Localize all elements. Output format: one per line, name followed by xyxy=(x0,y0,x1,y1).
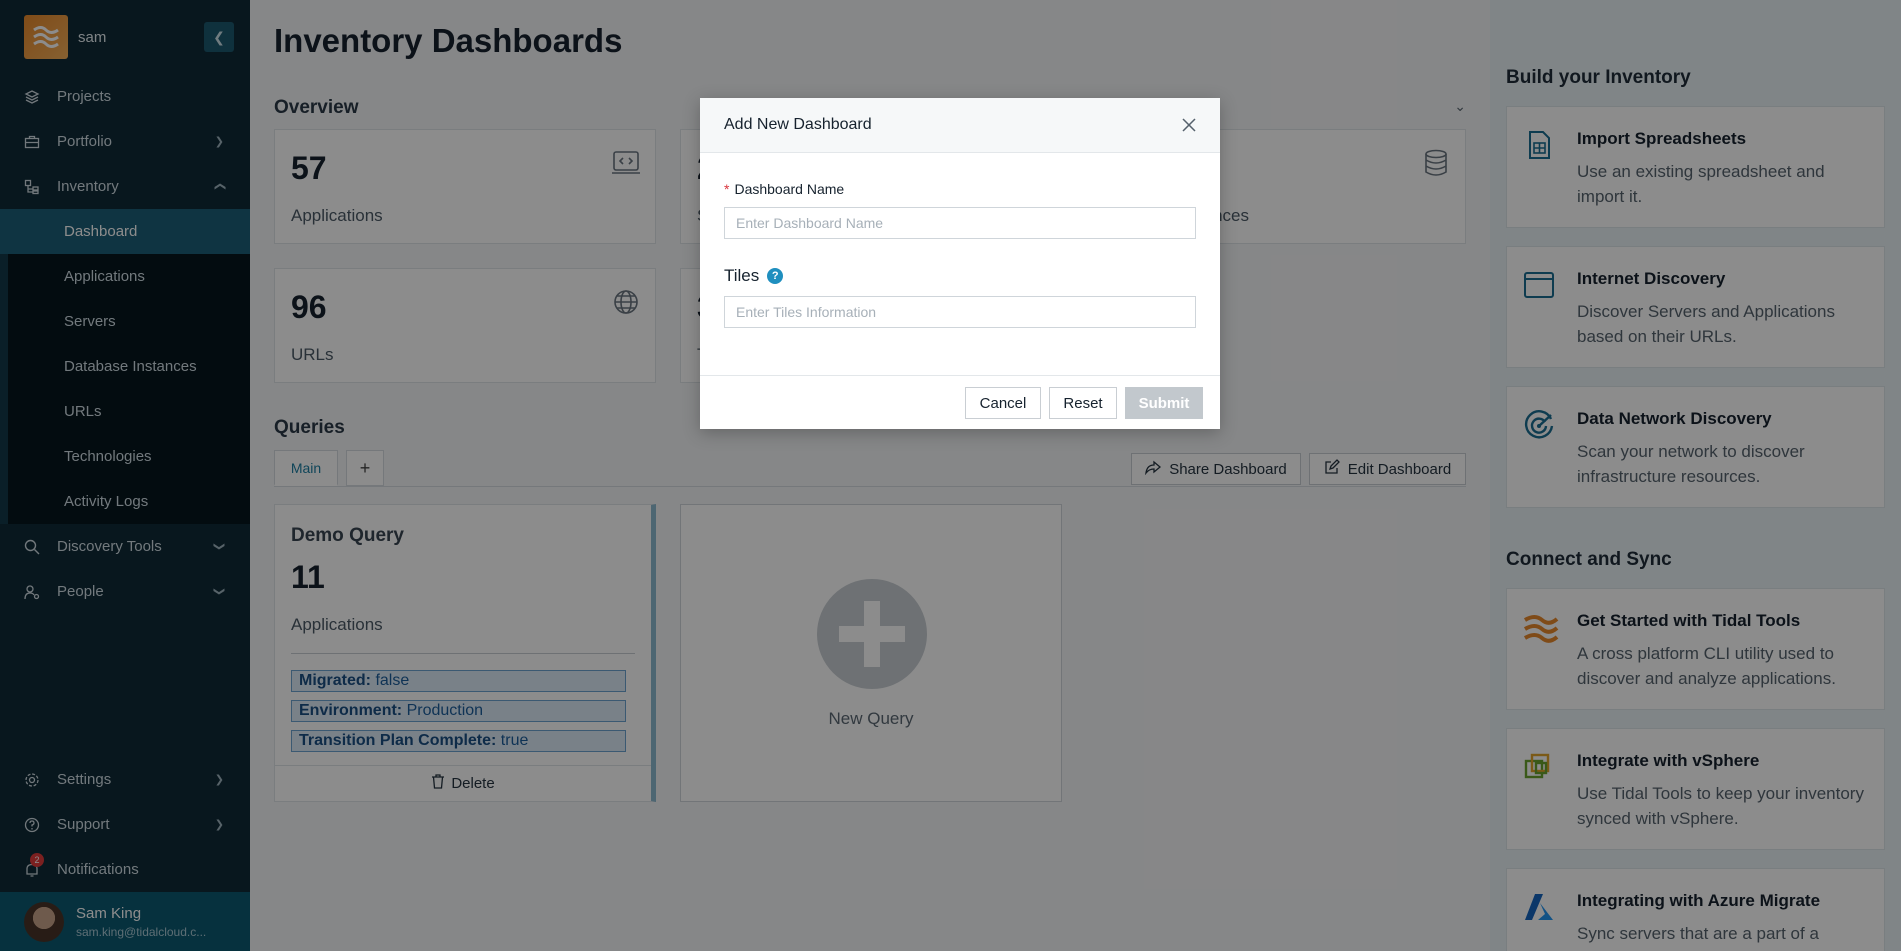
dashboard-name-input[interactable] xyxy=(724,207,1196,239)
reset-button[interactable]: Reset xyxy=(1049,387,1117,419)
modal-footer: Cancel Reset Submit xyxy=(700,375,1220,429)
close-icon[interactable] xyxy=(1178,114,1200,136)
help-icon[interactable]: ? xyxy=(767,268,784,284)
cancel-button[interactable]: Cancel xyxy=(965,387,1041,419)
dashboard-name-label: * Dashboard Name xyxy=(724,181,844,197)
modal-header: Add New Dashboard xyxy=(700,98,1220,153)
submit-button[interactable]: Submit xyxy=(1125,387,1203,419)
modal-title: Add New Dashboard xyxy=(724,116,872,133)
tiles-label-text: Tiles xyxy=(724,266,760,285)
tiles-label: Tiles ? xyxy=(724,266,784,286)
tiles-input[interactable] xyxy=(724,296,1196,328)
required-mark: * xyxy=(724,181,730,197)
dashboard-name-label-text: Dashboard Name xyxy=(734,181,845,197)
add-dashboard-modal: Add New Dashboard *Dashboard Name Tiles … xyxy=(700,98,1220,429)
